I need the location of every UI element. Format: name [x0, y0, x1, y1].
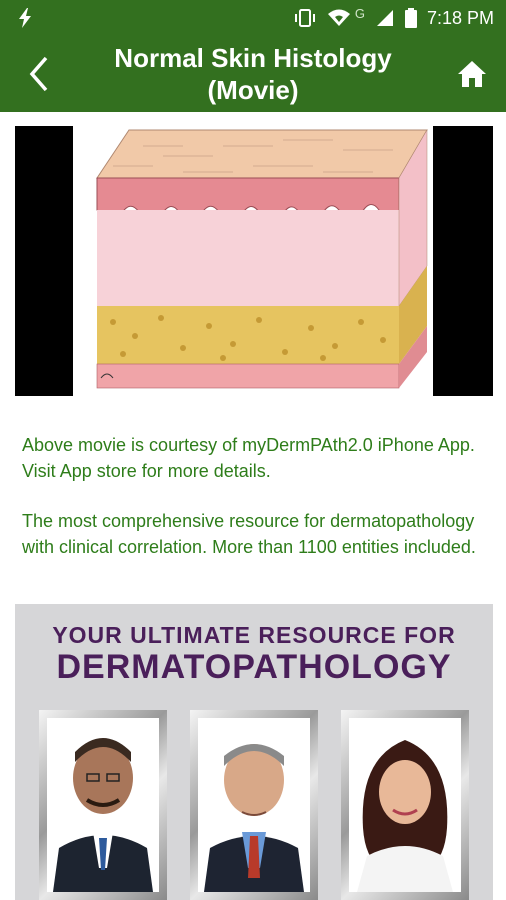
home-icon[interactable] [456, 58, 488, 90]
banner-line2: DERMATOPATHOLOGY [56, 648, 452, 686]
signal-icon [376, 10, 393, 26]
movie-player[interactable] [15, 126, 493, 396]
vibrate-icon [294, 9, 315, 27]
portrait-photo-2 [198, 718, 310, 892]
banner-line1: YOUR ULTIMATE RESOURCE FOR [52, 622, 456, 648]
app-bar: Normal Skin Histology (Movie) [0, 36, 506, 112]
portrait-frame-3 [341, 710, 469, 900]
skin-histology-illustration [73, 126, 433, 396]
portrait-photo-3 [349, 718, 461, 892]
flash-icon [19, 8, 31, 28]
portrait-frame-1 [39, 710, 167, 900]
status-bar: G 7:18 PM [0, 0, 506, 36]
status-time: 7:18 PM [426, 7, 494, 28]
chevron-left-icon[interactable] [22, 54, 58, 94]
battery-icon [404, 8, 417, 28]
portrait-photo-1 [47, 718, 159, 892]
promo-banner[interactable]: YOUR ULTIMATE RESOURCE FOR DERMATOPATHOL… [15, 604, 493, 900]
description-text: The most comprehensive resource for derm… [22, 511, 476, 557]
portrait-frame-2 [190, 710, 318, 900]
wifi-icon [327, 9, 350, 26]
movie-credit-text: Above movie is courtesy of myDermPAth2.0… [22, 435, 475, 481]
network-letter: G [354, 5, 365, 21]
page-title: Normal Skin Histology (Movie) [114, 43, 392, 105]
